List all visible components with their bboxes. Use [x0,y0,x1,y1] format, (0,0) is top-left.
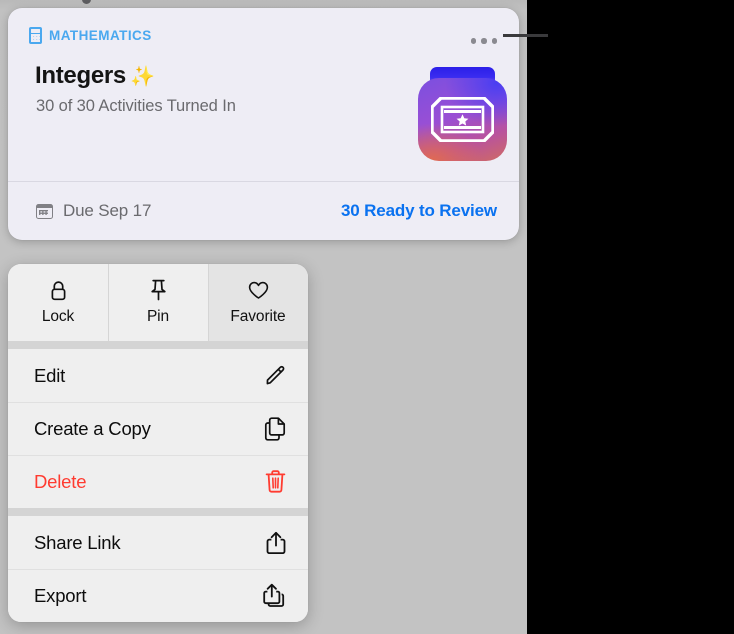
menu-group-separator-1 [8,341,308,349]
assignment-title: Integers ✨ [35,62,155,90]
assignment-title-text: Integers [35,62,126,89]
quick-action-pin[interactable]: Pin [108,264,208,341]
quick-actions-row: Lock Pin Favorite [8,264,308,341]
assignment-card-body: MATHEMATICS Integers ✨ 30 of 30 Activitie… [8,8,519,182]
quick-action-favorite[interactable]: Favorite [208,264,308,341]
duplicate-icon [262,416,286,442]
ellipsis-dot-1 [471,38,477,44]
trash-icon [262,469,286,495]
menu-group-separator-2 [8,508,308,516]
ellipsis-dot-2 [481,38,487,44]
quick-action-pin-label: Pin [146,307,170,325]
quick-action-lock-label: Lock [41,307,75,325]
ellipsis-dot-3 [491,38,497,44]
menu-item-export-label: Export [34,584,87,606]
due-date-label: Due Sep 17 [63,201,152,220]
subject-row: MATHEMATICS [29,27,152,44]
menu-item-share-link-label: Share Link [34,531,121,553]
menu-item-create-a-copy[interactable]: Create a Copy [8,402,308,455]
sparkles-emoji: ✨ [129,66,155,88]
menu-item-delete-label: Delete [34,470,87,492]
share-icon [262,530,286,556]
pin-icon [150,279,167,301]
menu-item-delete[interactable]: Delete [8,455,308,508]
app-icon-body [418,78,507,161]
menu-item-create-a-copy-label: Create a Copy [34,417,151,439]
assignment-card[interactable]: MATHEMATICS Integers ✨ 30 of 30 Activitie… [8,8,519,240]
due-date-group: Due Sep 17 [36,201,151,221]
menu-item-edit-label: Edit [34,364,66,386]
calculator-icon [29,27,42,44]
calendar-icon [36,203,53,219]
ellipsis-icon[interactable] [471,36,497,46]
menu-item-export[interactable]: Export [8,569,308,622]
heart-icon [248,280,269,301]
schoolwork-app-icon [418,67,507,161]
menu-item-edit[interactable]: Edit [8,349,308,402]
quick-action-favorite-label: Favorite [230,307,286,325]
ticket-star-glyph [431,97,494,142]
menu-item-share-link[interactable]: Share Link [8,516,308,569]
assignment-progress-text: 30 of 30 Activities Turned In [36,97,236,115]
lock-icon [50,280,67,301]
subject-label: MATHEMATICS [49,28,152,43]
pencil-icon [262,363,286,389]
ready-to-review-link[interactable]: 30 Ready to Review [341,201,497,221]
export-icon [262,583,286,609]
context-menu[interactable]: Lock Pin Favorite Edit Create a Copy Del… [8,264,308,622]
callout-leader-line [503,34,548,37]
assignment-card-footer: Due Sep 17 30 Ready to Review [8,181,519,240]
quick-action-lock[interactable]: Lock [8,264,108,341]
